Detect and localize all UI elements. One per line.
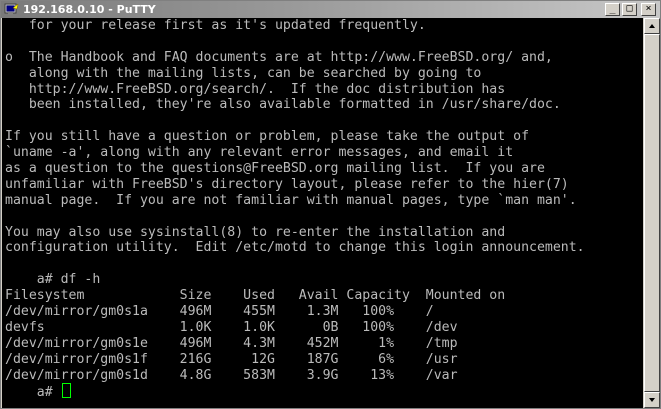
terminal-line: Filesystem Size Used Avail Capacity Moun… — [5, 288, 506, 304]
scroll-down-button[interactable] — [644, 392, 660, 408]
terminal-line: `uname -a', along with any relevant erro… — [5, 145, 514, 161]
arrow-down-icon — [649, 398, 655, 402]
terminal-line: devfs 1.0K 1.0K 0B 100% /dev — [5, 319, 458, 335]
prompt-line[interactable]: a# — [5, 383, 643, 401]
terminal-line: If you still have a question or problem,… — [5, 129, 530, 145]
text-cursor — [61, 383, 71, 399]
terminal-line: /dev/mirror/gm0s1d 4.8G 583M 3.9G 13% /v… — [5, 367, 458, 383]
shell-prompt: a# — [5, 385, 61, 401]
terminal-line: been installed, they're also available f… — [5, 97, 561, 113]
terminal-line: unfamiliar with FreeBSD's directory layo… — [5, 176, 569, 192]
vertical-scrollbar[interactable] — [644, 18, 660, 408]
terminal-line: for your release first as it's updated f… — [5, 18, 426, 33]
terminal-line: You may also use sysinstall(8) to re-ent… — [5, 224, 506, 240]
close-button[interactable]: × — [641, 3, 656, 16]
arrow-up-icon — [649, 24, 655, 28]
scrollbar-thumb[interactable] — [644, 34, 660, 392]
maximize-button[interactable]: □ — [622, 3, 637, 16]
terminal-area[interactable]: for your release first as it's updated f… — [2, 18, 643, 408]
terminal-line: /dev/mirror/gm0s1f 216G 12G 187G 6% /usr — [5, 351, 458, 367]
terminal-line: as a question to the questions@FreeBSD.o… — [5, 161, 545, 177]
minimize-button[interactable]: _ — [605, 3, 620, 16]
terminal-line: http://www.FreeBSD.org/search/. If the d… — [5, 81, 506, 97]
terminal-line: along with the mailing lists, can be sea… — [5, 65, 482, 81]
putty-window: 192.168.0.10 - PuTTY _ □ × for your rele… — [0, 0, 661, 409]
scroll-up-button[interactable] — [644, 18, 660, 34]
terminal-line: configuration utility. Edit /etc/motd to… — [5, 240, 585, 256]
terminal-line: /dev/mirror/gm0s1e 496M 4.3M 452M 1% /tm… — [5, 335, 458, 351]
terminal-line: manual page. If you are not familiar wit… — [5, 192, 577, 208]
terminal-line: a# df -h — [5, 272, 101, 288]
terminal-line: /dev/mirror/gm0s1a 496M 455M 1.3M 100% / — [5, 304, 434, 320]
title-bar[interactable]: 192.168.0.10 - PuTTY _ □ × — [1, 1, 660, 18]
putty-terminal-icon — [4, 3, 19, 15]
terminal-output: for your release first as it's updated f… — [2, 18, 643, 401]
terminal-line: o The Handbook and FAQ documents are at … — [5, 49, 553, 65]
window-title: 192.168.0.10 - PuTTY — [23, 3, 156, 16]
